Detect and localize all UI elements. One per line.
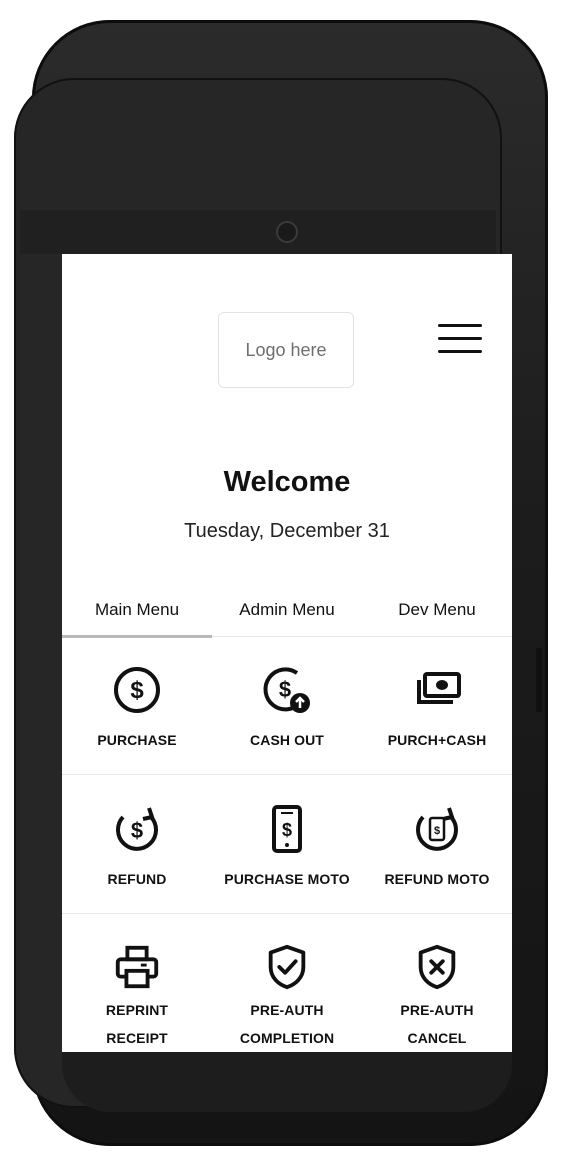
dollar-circle-icon: $: [114, 667, 160, 713]
refund-label: REFUND: [107, 871, 167, 887]
phone-refund-icon: $: [416, 807, 458, 851]
action-row: $ PURCHASE $ CASH OUT PURCH+CASH: [62, 636, 512, 775]
action-grid: $ PURCHASE $ CASH OUT PURCH+CASH $ REFUN…: [62, 636, 512, 1052]
shield-check-icon: [268, 944, 306, 990]
svg-text:$: $: [131, 818, 143, 843]
banknotes-icon: [417, 672, 461, 704]
tab-main-menu[interactable]: Main Menu: [62, 592, 212, 638]
shield-x-icon: [418, 944, 456, 990]
pre-auth-completion-label: PRE-AUTH COMPLETION: [240, 996, 334, 1052]
date-text: Tuesday, December 31: [184, 520, 390, 542]
pre-auth-cancel-button[interactable]: PRE-AUTH CANCEL: [362, 914, 512, 1052]
dollar-refund-icon: $: [116, 807, 158, 851]
welcome-title: Welcome: [223, 466, 351, 498]
refund-button[interactable]: $ REFUND: [62, 775, 212, 913]
completion-label-line2: COMPLETION: [239, 1030, 335, 1046]
tab-admin-menu[interactable]: Admin Menu: [212, 592, 362, 636]
reprint-receipt-button[interactable]: REPRINT RECEIPT: [62, 914, 212, 1052]
phone-dollar-icon: $: [272, 805, 302, 853]
cash-out-label: CASH OUT: [250, 732, 324, 748]
printer-icon: [115, 945, 159, 989]
reprint-label-line2: RECEIPT: [106, 1030, 168, 1046]
refund-moto-button[interactable]: $ REFUND MOTO: [362, 775, 512, 913]
action-row: $ REFUND $ PURCHASE MOTO $ REFUND MOTO: [62, 775, 512, 914]
side-button: [536, 648, 542, 712]
logo-placeholder: Logo here: [218, 312, 354, 388]
cancel-label-line1: PRE-AUTH: [400, 1002, 474, 1018]
camera-icon: [278, 223, 296, 241]
cash-out-button[interactable]: $ CASH OUT: [212, 636, 362, 774]
cancel-label-line2: CANCEL: [407, 1030, 467, 1046]
header: Logo here: [62, 254, 512, 404]
purchase-button[interactable]: $ PURCHASE: [62, 636, 212, 774]
svg-text:$: $: [130, 677, 144, 704]
device-bottom-band: [62, 1052, 512, 1112]
device-top-band: [20, 210, 496, 254]
reprint-label-line1: REPRINT: [105, 1002, 169, 1018]
hamburger-menu-icon[interactable]: [436, 322, 484, 356]
purch-cash-label: PURCH+CASH: [387, 732, 487, 748]
purch-cash-button[interactable]: PURCH+CASH: [362, 636, 512, 774]
purchase-moto-button[interactable]: $ PURCHASE MOTO: [212, 775, 362, 913]
purchase-moto-label: PURCHASE MOTO: [224, 871, 350, 887]
completion-label-line1: PRE-AUTH: [250, 1002, 324, 1018]
pre-auth-completion-button[interactable]: PRE-AUTH COMPLETION: [212, 914, 362, 1052]
action-row: REPRINT RECEIPT PRE-AUTH COMPLETION PRE-…: [62, 914, 512, 1052]
svg-text:$: $: [434, 825, 440, 837]
svg-text:$: $: [282, 820, 292, 840]
pre-auth-cancel-label: PRE-AUTH CANCEL: [400, 996, 473, 1052]
logo-text: Logo here: [245, 339, 327, 360]
purchase-label: PURCHASE: [97, 732, 177, 748]
svg-text:$: $: [279, 677, 291, 702]
refund-moto-label: REFUND MOTO: [384, 871, 490, 887]
app-screen: Logo here Welcome Tuesday, December 31 M…: [62, 254, 512, 1052]
menu-tabs: Main Menu Admin Menu Dev Menu: [62, 592, 512, 638]
tab-dev-menu[interactable]: Dev Menu: [362, 592, 512, 636]
dollar-cashout-icon: $: [263, 667, 310, 713]
reprint-receipt-label: REPRINT RECEIPT: [106, 996, 168, 1052]
